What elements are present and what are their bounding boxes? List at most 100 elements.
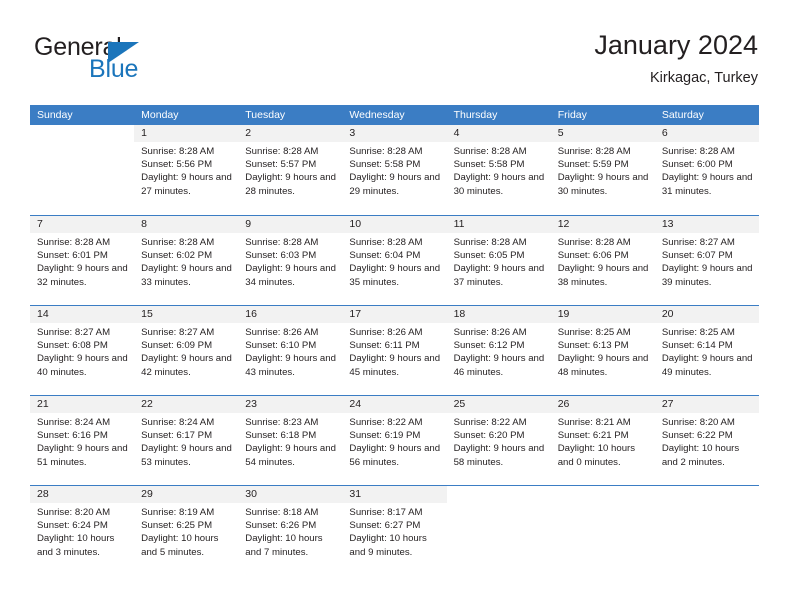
sunset-text: Sunset: 6:00 PM: [661, 159, 733, 171]
day-number: 21: [30, 396, 135, 413]
day-cell[interactable]: 12 Sunrise: 8:28 AM Sunset: 6:06 PM Dayl…: [550, 216, 655, 305]
daylight-text: Daylight: 9 hours and 49 minutes.: [661, 353, 753, 378]
day-cell[interactable]: 29 Sunrise: 8:19 AM Sunset: 6:25 PM Dayl…: [134, 486, 239, 575]
daylight-text: Daylight: 9 hours and 46 minutes.: [453, 353, 545, 378]
sunrise-text: Sunrise: 8:28 AM: [557, 237, 631, 248]
sunrise-text: Sunrise: 8:28 AM: [245, 237, 319, 248]
daylight-text: Daylight: 9 hours and 51 minutes.: [37, 443, 128, 468]
daylight-text: Daylight: 9 hours and 54 minutes.: [245, 443, 336, 468]
day-cell[interactable]: 15 Sunrise: 8:27 AM Sunset: 6:09 PM Dayl…: [134, 306, 239, 395]
day-info: Sunrise: 8:28 AM Sunset: 6:05 PM Dayligh…: [447, 233, 551, 289]
day-cell[interactable]: 8 Sunrise: 8:28 AM Sunset: 6:02 PM Dayli…: [134, 216, 239, 305]
day-info: Sunrise: 8:28 AM Sunset: 5:57 PM Dayligh…: [238, 142, 342, 198]
day-cell[interactable]: 23 Sunrise: 8:23 AM Sunset: 6:18 PM Dayl…: [238, 396, 343, 485]
day-number: 31: [342, 486, 447, 503]
sunrise-text: Sunrise: 8:28 AM: [245, 146, 319, 157]
sunset-text: Sunset: 5:57 PM: [245, 159, 317, 171]
sunrise-text: Sunrise: 8:25 AM: [557, 327, 631, 338]
day-cell[interactable]: 3 Sunrise: 8:28 AM Sunset: 5:58 PM Dayli…: [342, 125, 447, 215]
sunrise-text: Sunrise: 8:22 AM: [349, 417, 423, 428]
daylight-text: Daylight: 9 hours and 42 minutes.: [141, 353, 232, 378]
day-info: [551, 503, 655, 506]
day-cell[interactable]: 13 Sunrise: 8:27 AM Sunset: 6:07 PM Dayl…: [654, 216, 759, 305]
day-info: Sunrise: 8:21 AM Sunset: 6:21 PM Dayligh…: [551, 413, 655, 469]
day-info: Sunrise: 8:27 AM Sunset: 6:09 PM Dayligh…: [134, 323, 238, 379]
day-cell[interactable]: 22 Sunrise: 8:24 AM Sunset: 6:17 PM Dayl…: [134, 396, 239, 485]
sunset-text: Sunset: 6:09 PM: [141, 340, 213, 352]
day-number: 19: [550, 306, 655, 323]
day-cell[interactable]: 21 Sunrise: 8:24 AM Sunset: 6:16 PM Dayl…: [30, 396, 135, 485]
sunrise-text: Sunrise: 8:22 AM: [453, 417, 527, 428]
sunrise-text: Sunrise: 8:25 AM: [661, 327, 735, 338]
day-cell[interactable]: 7 Sunrise: 8:28 AM Sunset: 6:01 PM Dayli…: [30, 216, 135, 305]
day-cell[interactable]: 28 Sunrise: 8:20 AM Sunset: 6:24 PM Dayl…: [30, 486, 135, 575]
day-cell[interactable]: 5 Sunrise: 8:28 AM Sunset: 5:59 PM Dayli…: [550, 125, 655, 215]
day-cell[interactable]: 20 Sunrise: 8:25 AM Sunset: 6:14 PM Dayl…: [654, 306, 759, 395]
weekday-header-thursday: Thursday: [453, 109, 498, 121]
generalblue-logo[interactable]: General Blue: [34, 33, 224, 89]
daylight-text: Daylight: 9 hours and 53 minutes.: [141, 443, 232, 468]
sunset-text: Sunset: 6:14 PM: [661, 340, 733, 352]
sunset-text: Sunset: 5:59 PM: [557, 159, 629, 171]
day-cell[interactable]: 27 Sunrise: 8:20 AM Sunset: 6:22 PM Dayl…: [654, 396, 759, 485]
day-number: 3: [342, 125, 447, 142]
week-row: 1 Sunrise: 8:28 AM Sunset: 5:56 PM Dayli…: [30, 125, 759, 215]
day-info: Sunrise: 8:28 AM Sunset: 6:00 PM Dayligh…: [655, 142, 759, 198]
day-cell[interactable]: 31 Sunrise: 8:17 AM Sunset: 6:27 PM Dayl…: [342, 486, 447, 575]
day-cell[interactable]: 11 Sunrise: 8:28 AM Sunset: 6:05 PM Dayl…: [446, 216, 551, 305]
day-info: Sunrise: 8:28 AM Sunset: 5:56 PM Dayligh…: [134, 142, 238, 198]
day-cell[interactable]: 30 Sunrise: 8:18 AM Sunset: 6:26 PM Dayl…: [238, 486, 343, 575]
week-row: 28 Sunrise: 8:20 AM Sunset: 6:24 PM Dayl…: [30, 485, 759, 575]
sunrise-text: Sunrise: 8:21 AM: [557, 417, 631, 428]
day-info: Sunrise: 8:26 AM Sunset: 6:11 PM Dayligh…: [342, 323, 446, 379]
sunrise-text: Sunrise: 8:24 AM: [37, 417, 111, 428]
day-cell[interactable]: 4 Sunrise: 8:28 AM Sunset: 5:58 PM Dayli…: [446, 125, 551, 215]
day-cell[interactable]: 14 Sunrise: 8:27 AM Sunset: 6:08 PM Dayl…: [30, 306, 135, 395]
day-cell[interactable]: 9 Sunrise: 8:28 AM Sunset: 6:03 PM Dayli…: [238, 216, 343, 305]
sunrise-text: Sunrise: 8:23 AM: [245, 417, 319, 428]
sunrise-text: Sunrise: 8:26 AM: [349, 327, 423, 338]
day-cell[interactable]: 1 Sunrise: 8:28 AM Sunset: 5:56 PM Dayli…: [134, 125, 239, 215]
daylight-text: Daylight: 10 hours and 7 minutes.: [245, 533, 323, 558]
day-info: Sunrise: 8:28 AM Sunset: 6:04 PM Dayligh…: [342, 233, 446, 289]
daylight-text: Daylight: 9 hours and 30 minutes.: [557, 172, 649, 197]
day-number: 16: [238, 306, 343, 323]
day-cell: [30, 125, 134, 215]
day-cell[interactable]: 10 Sunrise: 8:28 AM Sunset: 6:04 PM Dayl…: [342, 216, 447, 305]
sunset-text: Sunset: 5:58 PM: [453, 159, 525, 171]
day-info: [447, 503, 551, 506]
day-cell[interactable]: 17 Sunrise: 8:26 AM Sunset: 6:11 PM Dayl…: [342, 306, 447, 395]
day-cell[interactable]: 19 Sunrise: 8:25 AM Sunset: 6:13 PM Dayl…: [550, 306, 655, 395]
page-title: January 2024: [594, 30, 758, 60]
sunrise-text: Sunrise: 8:26 AM: [453, 327, 527, 338]
sunset-text: Sunset: 6:19 PM: [349, 430, 421, 442]
sunrise-text: Sunrise: 8:27 AM: [661, 237, 735, 248]
day-info: Sunrise: 8:25 AM Sunset: 6:14 PM Dayligh…: [655, 323, 759, 379]
day-cell[interactable]: 16 Sunrise: 8:26 AM Sunset: 6:10 PM Dayl…: [238, 306, 343, 395]
day-info: Sunrise: 8:26 AM Sunset: 6:12 PM Dayligh…: [447, 323, 551, 379]
calendar-grid: Sunday Monday Tuesday Wednesday Thursday…: [30, 105, 759, 575]
day-info: Sunrise: 8:19 AM Sunset: 6:25 PM Dayligh…: [134, 503, 238, 559]
weekday-header-tuesday: Tuesday: [245, 109, 286, 121]
day-number: 12: [550, 216, 655, 233]
day-cell[interactable]: 2 Sunrise: 8:28 AM Sunset: 5:57 PM Dayli…: [238, 125, 343, 215]
day-cell[interactable]: 24 Sunrise: 8:22 AM Sunset: 6:19 PM Dayl…: [342, 396, 447, 485]
day-info: Sunrise: 8:28 AM Sunset: 5:58 PM Dayligh…: [342, 142, 446, 198]
day-number: 11: [446, 216, 551, 233]
sunset-text: Sunset: 6:03 PM: [245, 250, 317, 262]
sunset-text: Sunset: 6:22 PM: [661, 430, 733, 442]
daylight-text: Daylight: 9 hours and 27 minutes.: [141, 172, 232, 197]
daylight-text: Daylight: 9 hours and 56 minutes.: [349, 443, 441, 468]
sunset-text: Sunset: 6:01 PM: [37, 250, 108, 262]
daylight-text: Daylight: 10 hours and 5 minutes.: [141, 533, 219, 558]
day-info: Sunrise: 8:27 AM Sunset: 6:07 PM Dayligh…: [655, 233, 759, 289]
day-cell[interactable]: 18 Sunrise: 8:26 AM Sunset: 6:12 PM Dayl…: [446, 306, 551, 395]
day-info: Sunrise: 8:24 AM Sunset: 6:16 PM Dayligh…: [30, 413, 134, 469]
day-info: Sunrise: 8:28 AM Sunset: 6:02 PM Dayligh…: [134, 233, 238, 289]
daylight-text: Daylight: 9 hours and 38 minutes.: [557, 263, 649, 288]
day-info: Sunrise: 8:25 AM Sunset: 6:13 PM Dayligh…: [551, 323, 655, 379]
day-cell[interactable]: 25 Sunrise: 8:22 AM Sunset: 6:20 PM Dayl…: [446, 396, 551, 485]
day-cell[interactable]: 26 Sunrise: 8:21 AM Sunset: 6:21 PM Dayl…: [550, 396, 655, 485]
day-cell[interactable]: 6 Sunrise: 8:28 AM Sunset: 6:00 PM Dayli…: [654, 125, 759, 215]
daylight-text: Daylight: 9 hours and 29 minutes.: [349, 172, 441, 197]
